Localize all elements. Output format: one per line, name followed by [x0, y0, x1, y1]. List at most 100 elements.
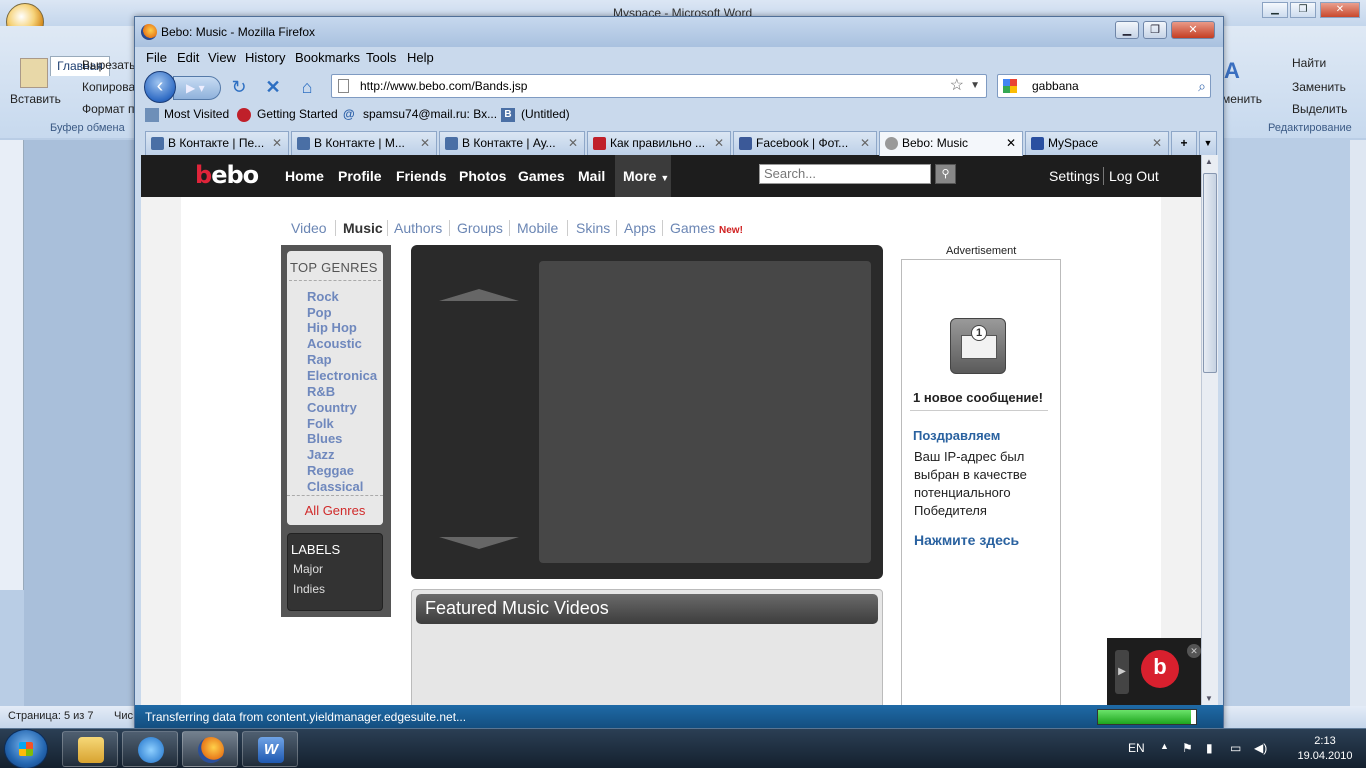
- widget-close-icon[interactable]: ✕: [1187, 644, 1201, 658]
- show-hidden-icons-icon[interactable]: ▲: [1160, 741, 1169, 751]
- close-tab-icon[interactable]: ✕: [714, 132, 724, 154]
- stop-icon[interactable]: ✕: [261, 75, 285, 99]
- change-styles-button[interactable]: менить: [1222, 92, 1262, 106]
- subnav-apps[interactable]: Apps: [624, 220, 656, 236]
- menu-tools[interactable]: Tools: [366, 50, 396, 65]
- paste-button[interactable]: Вставить: [10, 92, 61, 106]
- word-maximize-button[interactable]: ❐: [1290, 2, 1316, 18]
- subnav-authors[interactable]: Authors: [394, 220, 442, 236]
- scroll-up-icon[interactable]: ▲: [1205, 157, 1213, 166]
- bookmark-untitled[interactable]: (Untitled): [521, 107, 570, 121]
- genre-pop[interactable]: Pop: [307, 305, 332, 320]
- forward-button[interactable]: ▶ ▾: [173, 76, 221, 100]
- tab-bebo-music[interactable]: Bebo: Music ✕: [879, 131, 1023, 156]
- nav-more[interactable]: More ▼: [615, 155, 671, 197]
- search-input-value[interactable]: gabbana: [1032, 79, 1079, 93]
- subnav-games[interactable]: Games New!: [670, 220, 743, 236]
- scroll-down-arrow-icon[interactable]: [439, 537, 519, 549]
- label-major[interactable]: Major: [293, 562, 323, 576]
- home-icon[interactable]: ⌂: [295, 75, 319, 99]
- select-button[interactable]: Выделить: [1292, 102, 1347, 116]
- taskbar-word[interactable]: W: [242, 731, 298, 767]
- subnav-video[interactable]: Video: [291, 220, 327, 236]
- nav-mail[interactable]: Mail: [578, 168, 605, 184]
- close-tab-icon[interactable]: ✕: [1152, 132, 1162, 154]
- close-tab-icon[interactable]: ✕: [860, 132, 870, 154]
- action-center-flag-icon[interactable]: ⚑: [1182, 741, 1193, 755]
- word-minimize-button[interactable]: ▁: [1262, 2, 1288, 18]
- page-vertical-scrollbar[interactable]: ▲ ▼: [1201, 155, 1218, 705]
- word-status-more[interactable]: Чис: [114, 710, 133, 722]
- genre-reggae[interactable]: Reggae: [307, 463, 354, 478]
- subnav-skins[interactable]: Skins: [576, 220, 610, 236]
- logout-link[interactable]: Log Out: [1109, 168, 1159, 184]
- genre-blues[interactable]: Blues: [307, 431, 342, 446]
- scrollbar-thumb[interactable]: [1203, 173, 1217, 373]
- genre-electronica[interactable]: Electronica: [307, 368, 377, 383]
- word-zoom-bar[interactable]: [1222, 706, 1366, 728]
- power-icon[interactable]: ▮: [1206, 741, 1213, 755]
- word-vertical-scrollbar[interactable]: [1350, 140, 1366, 706]
- genre-rnb[interactable]: R&B: [307, 384, 335, 399]
- menu-file[interactable]: File: [146, 50, 167, 65]
- genre-rock[interactable]: Rock: [307, 289, 339, 304]
- list-all-tabs-icon[interactable]: ▼: [1199, 131, 1217, 155]
- search-icon[interactable]: ⌕: [1198, 75, 1206, 97]
- bebo-widget-logo-icon[interactable]: b: [1141, 650, 1179, 688]
- tab-myspace[interactable]: MySpace ✕: [1025, 131, 1169, 155]
- google-icon[interactable]: [1003, 79, 1017, 93]
- genre-rap[interactable]: Rap: [307, 352, 332, 367]
- nav-photos[interactable]: Photos: [459, 168, 506, 184]
- subnav-mobile[interactable]: Mobile: [517, 220, 558, 236]
- clock[interactable]: 2:13 19.04.2010: [1290, 734, 1360, 764]
- firefox-restore-button[interactable]: ❐: [1143, 21, 1167, 39]
- back-button[interactable]: ‹: [144, 71, 176, 103]
- scroll-up-arrow-icon[interactable]: [439, 289, 519, 301]
- nav-profile[interactable]: Profile: [338, 168, 382, 184]
- menu-bookmarks[interactable]: Bookmarks: [295, 50, 360, 65]
- search-bar[interactable]: gabbana ⌕: [997, 74, 1211, 98]
- word-page-status[interactable]: Страница: 5 из 7: [8, 710, 94, 722]
- paste-icon[interactable]: [20, 58, 48, 88]
- bookmark-most-visited[interactable]: Most Visited: [164, 107, 229, 121]
- subnav-groups[interactable]: Groups: [457, 220, 503, 236]
- all-genres-link[interactable]: All Genres: [287, 495, 383, 525]
- menu-view[interactable]: View: [208, 50, 236, 65]
- copy-button[interactable]: Копирова: [82, 80, 135, 94]
- menu-edit[interactable]: Edit: [177, 50, 199, 65]
- close-tab-icon[interactable]: ✕: [272, 132, 282, 154]
- find-button[interactable]: Найти: [1292, 56, 1326, 70]
- start-button[interactable]: [4, 729, 48, 768]
- bebo-logo[interactable]: bebo: [195, 161, 259, 189]
- tab-vkontakte-3[interactable]: В Контакте | Ау... ✕: [439, 131, 585, 155]
- firefox-minimize-button[interactable]: ▁: [1115, 21, 1139, 39]
- bebo-chat-widget[interactable]: ▶ b ✕: [1107, 638, 1201, 705]
- taskbar-explorer[interactable]: [62, 731, 118, 767]
- replace-button[interactable]: Заменить: [1292, 80, 1346, 94]
- bookmark-mail[interactable]: spamsu74@mail.ru: Вх...: [363, 107, 497, 121]
- bebo-search-input[interactable]: Search...: [759, 164, 931, 184]
- url-dropdown-icon[interactable]: ▼: [970, 75, 980, 97]
- scroll-down-icon[interactable]: ▼: [1205, 694, 1213, 703]
- nav-friends[interactable]: Friends: [396, 168, 447, 184]
- new-tab-button[interactable]: +: [1171, 131, 1197, 155]
- menu-history[interactable]: History: [245, 50, 285, 65]
- taskbar-firefox[interactable]: [182, 731, 238, 767]
- genre-classical[interactable]: Classical: [307, 479, 363, 494]
- format-painter-button[interactable]: Формат п: [82, 102, 134, 116]
- reload-icon[interactable]: ↻: [227, 75, 251, 99]
- player-screen[interactable]: [539, 261, 871, 563]
- genre-folk[interactable]: Folk: [307, 416, 334, 431]
- ad-click-link[interactable]: Нажмите здесь: [914, 532, 1019, 548]
- genre-country[interactable]: Country: [307, 400, 357, 415]
- nav-home[interactable]: Home: [285, 168, 324, 184]
- genre-hip-hop[interactable]: Hip Hop: [307, 320, 357, 335]
- expand-arrow-icon[interactable]: ▶: [1115, 650, 1129, 694]
- network-icon[interactable]: ▭: [1230, 741, 1241, 755]
- advertisement-box[interactable]: 1 1 новое сообщение! Поздравляем Ваш IP-…: [901, 259, 1061, 705]
- nav-games[interactable]: Games: [518, 168, 565, 184]
- language-indicator[interactable]: EN: [1128, 741, 1145, 755]
- word-close-button[interactable]: ✕: [1320, 2, 1360, 18]
- close-tab-icon[interactable]: ✕: [420, 132, 430, 154]
- tab-vkontakte-1[interactable]: В Контакте | Пе... ✕: [145, 131, 289, 155]
